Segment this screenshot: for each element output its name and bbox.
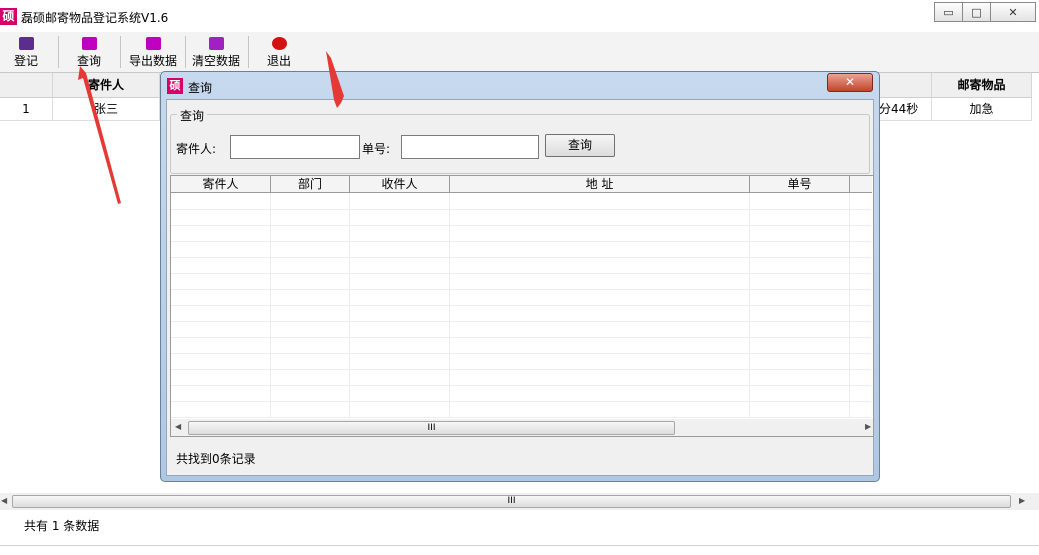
toolbar-separator: [120, 36, 121, 68]
groupbox-label: 查询: [177, 107, 208, 124]
divider: [0, 545, 1039, 546]
minimize-button[interactable]: ▭: [934, 2, 963, 22]
sender-input[interactable]: [230, 135, 360, 159]
status-bar: 共有 1 条数据: [0, 512, 1039, 542]
record-count: 共有 1 条数据: [24, 519, 100, 533]
grid-row-line: [171, 209, 871, 210]
col-address[interactable]: 地 址: [450, 176, 750, 193]
register-button-label: 登记: [13, 54, 38, 68]
column-header-item[interactable]: 邮寄物品: [932, 73, 1032, 98]
grid-column-line: [449, 193, 450, 418]
col-extra: [850, 176, 872, 193]
grid-column-line: [749, 193, 750, 418]
results-table: 寄件人 部门 收件人 地 址 单号 ◀ III ▶: [170, 175, 874, 437]
toolbar-separator: [248, 36, 249, 68]
col-sender[interactable]: 寄件人: [171, 176, 271, 193]
export-data-button[interactable]: 导出数据: [126, 35, 180, 69]
toolbar-separator: [185, 36, 186, 68]
query-button-label: 查询: [76, 54, 101, 68]
dialog-close-button[interactable]: ✕: [827, 73, 873, 92]
scrollbar-thumb[interactable]: III: [12, 495, 1011, 508]
toolbar-separator: [58, 36, 59, 68]
grid-row-line: [171, 257, 871, 258]
grid-row-line: [171, 289, 871, 290]
scrollbar-thumb[interactable]: III: [188, 421, 675, 435]
query-dialog: 硕 查询 ✕ 查询 寄件人: 单号: 查询 寄件人 部门 收件人 地 址 单号 …: [160, 71, 880, 482]
column-header-blank: [879, 73, 932, 98]
clear-icon: [208, 37, 224, 50]
exit-icon: [271, 37, 287, 50]
grid-row-line: [171, 385, 871, 386]
grid-column-line: [349, 193, 350, 418]
grid-row-line: [171, 273, 871, 274]
dialog-body: 查询 寄件人: 单号: 查询 寄件人 部门 收件人 地 址 单号 ◀ III ▶…: [166, 99, 874, 476]
grid-row-line: [171, 337, 871, 338]
close-button[interactable]: ✕: [990, 2, 1036, 22]
scroll-right-icon[interactable]: ▶: [865, 422, 871, 431]
column-header-sender[interactable]: 寄件人: [53, 73, 160, 98]
scroll-left-icon[interactable]: ◀: [175, 422, 181, 431]
grid-row-line: [171, 305, 871, 306]
col-recipient[interactable]: 收件人: [350, 176, 450, 193]
grid-row-line: [171, 401, 871, 402]
clear-data-button[interactable]: 清空数据: [189, 35, 243, 69]
scroll-left-icon[interactable]: ◀: [1, 496, 7, 505]
clear-data-button-label: 清空数据: [191, 54, 240, 68]
cell-sender[interactable]: 张三: [53, 98, 160, 121]
query-submit-button[interactable]: 查询: [545, 134, 615, 157]
window-controls: ▭ □ ✕: [934, 2, 1036, 22]
row-index[interactable]: 1: [0, 98, 53, 121]
grid-row-line: [171, 321, 871, 322]
grid-row-line: [171, 353, 871, 354]
grid-row-line: [171, 225, 871, 226]
cell-item[interactable]: 加急: [932, 98, 1032, 121]
register-button[interactable]: 登记: [10, 35, 42, 69]
maximize-button[interactable]: □: [962, 2, 991, 22]
main-horizontal-scrollbar[interactable]: ◀ III ▶: [0, 493, 1039, 510]
results-horizontal-scrollbar[interactable]: ◀ III ▶: [171, 419, 873, 436]
dialog-title: 查询: [188, 81, 213, 95]
query-button[interactable]: 查询: [72, 35, 106, 69]
export-data-button-label: 导出数据: [128, 54, 177, 68]
number-input[interactable]: [401, 135, 539, 159]
sender-label: 寄件人:: [176, 142, 217, 156]
col-number[interactable]: 单号: [750, 176, 850, 193]
register-icon: [18, 37, 34, 50]
grid-row-line: [171, 417, 871, 418]
window-title: 磊硕邮寄物品登记系统V1.6: [21, 11, 169, 25]
toolbar: 登记 查询 导出数据 清空数据 退出: [0, 32, 1039, 73]
exit-button-label: 退出: [266, 54, 291, 68]
exit-button[interactable]: 退出: [263, 35, 295, 69]
col-department[interactable]: 部门: [271, 176, 350, 193]
row-number-header: [0, 73, 53, 98]
grid-column-line: [270, 193, 271, 418]
found-records-text: 共找到0条记录: [176, 452, 256, 466]
query-icon: [81, 37, 97, 50]
scroll-right-icon[interactable]: ▶: [1019, 496, 1025, 505]
app-logo-icon: 硕: [0, 8, 17, 25]
title-bar: 硕 磊硕邮寄物品登记系统V1.6 ▭ □ ✕: [0, 0, 1039, 32]
export-icon: [145, 37, 161, 50]
grid-column-line: [849, 193, 850, 418]
cell-time[interactable]: 分44秒: [879, 98, 932, 121]
grid-row-line: [171, 369, 871, 370]
grid-row-line: [171, 241, 871, 242]
number-label: 单号:: [362, 142, 391, 156]
dialog-logo-icon: 硕: [167, 78, 183, 94]
